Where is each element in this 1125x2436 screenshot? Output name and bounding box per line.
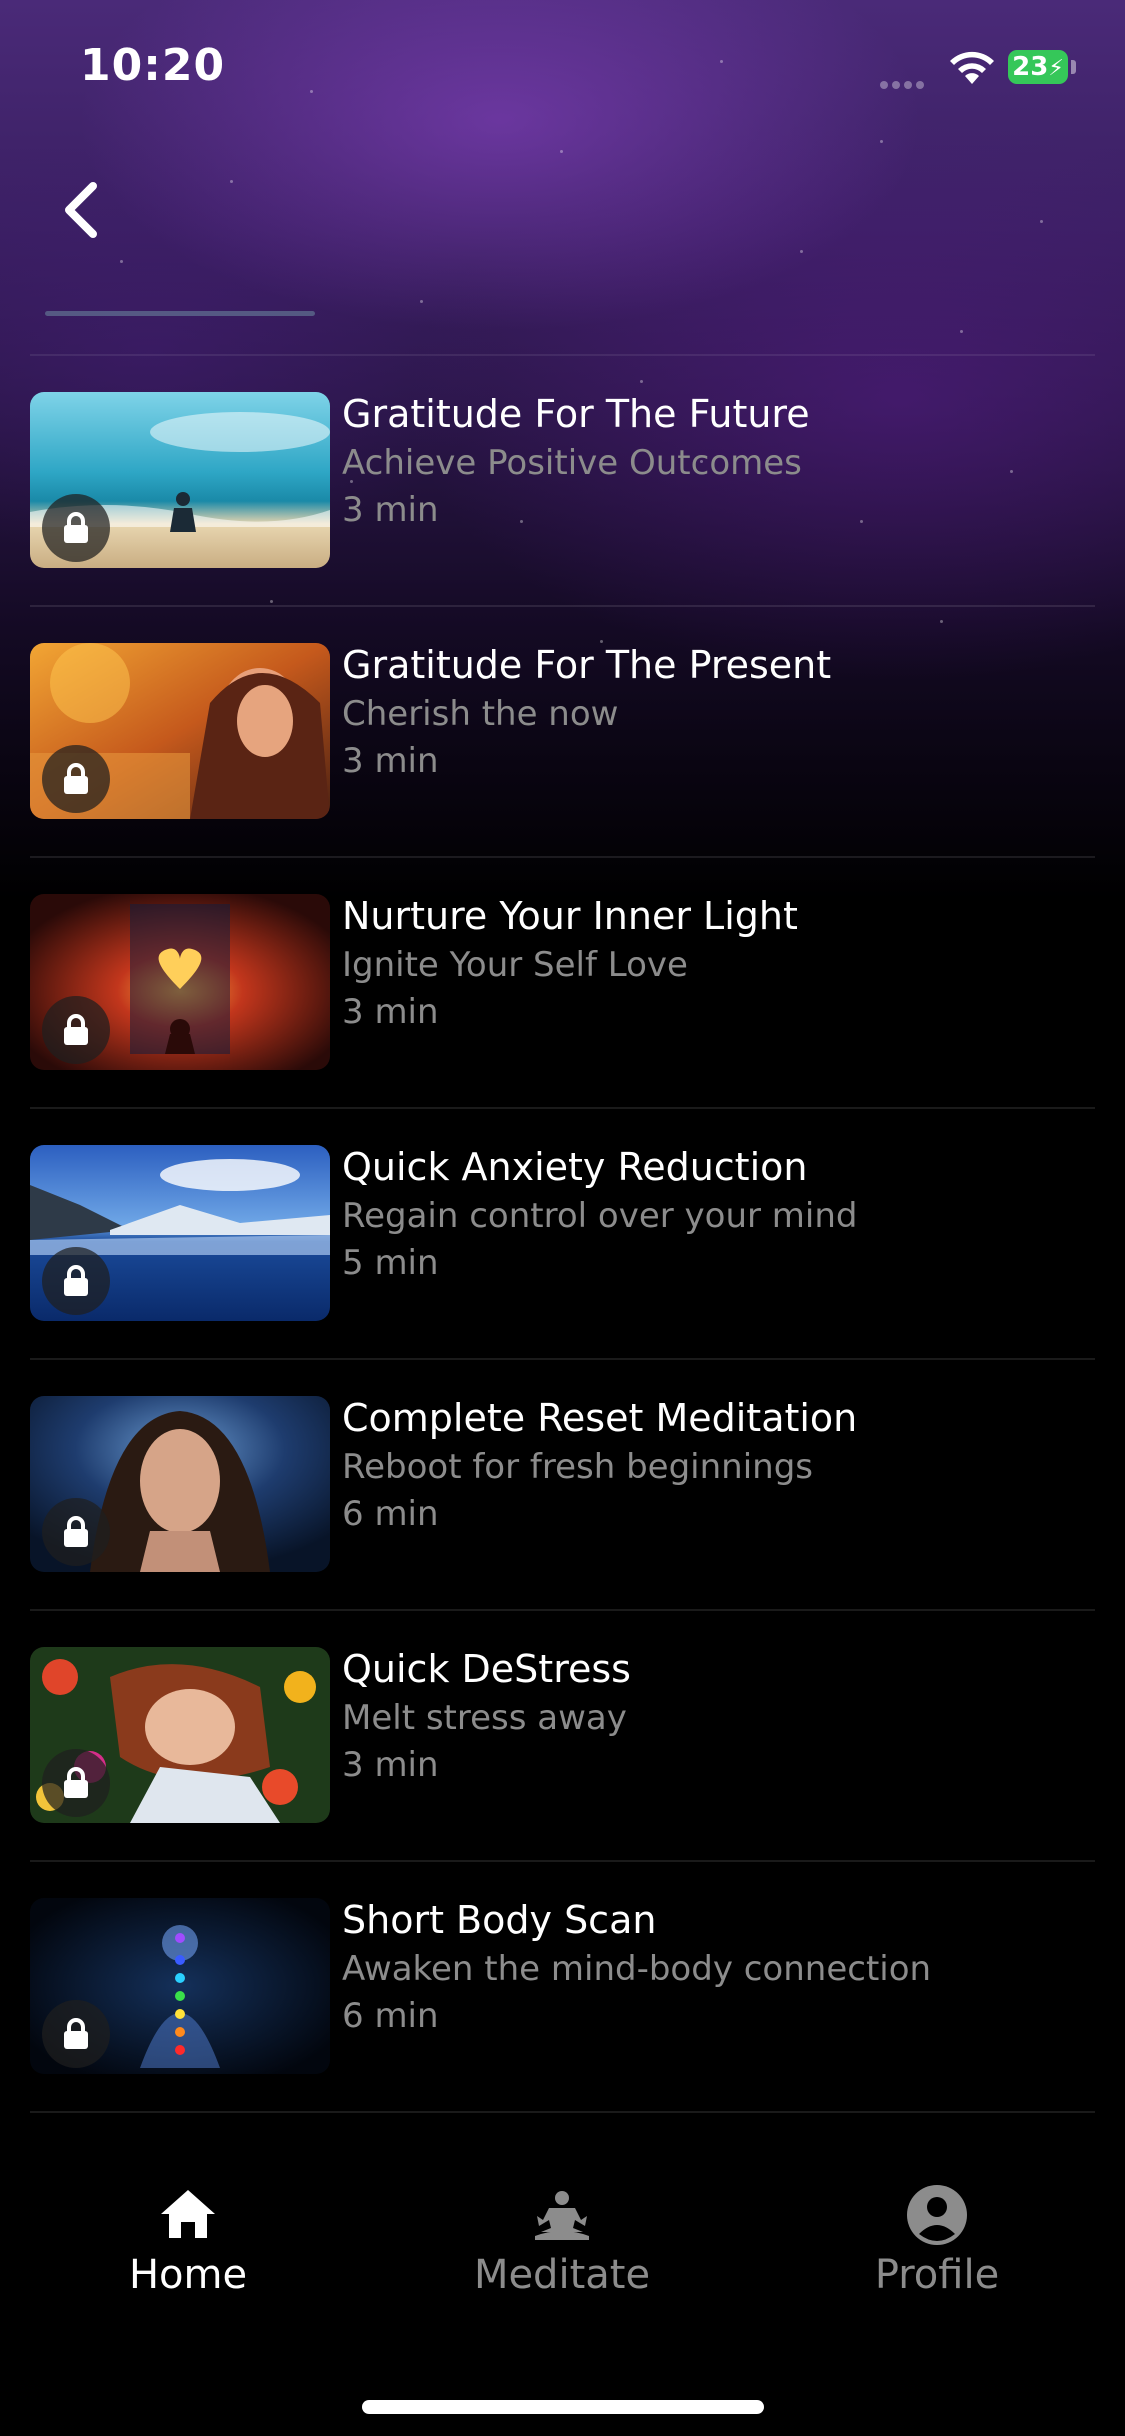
profile-icon [907,2185,967,2245]
back-button[interactable] [55,170,115,250]
session-subtitle: Ignite Your Self Love [342,945,688,985]
session-thumbnail-heart-light [30,894,330,1070]
session-row-quick-destress[interactable]: Quick DeStress Melt stress away 3 min [30,1611,1095,1862]
session-title: Gratitude For The Future [342,392,810,436]
lock-icon [64,1265,88,1296]
session-thumbnail-autumn-woman [30,643,330,819]
lock-badge [42,1749,110,1817]
session-subtitle: Reboot for fresh beginnings [342,1447,814,1487]
meditate-icon [535,2191,589,2240]
home-icon [161,2190,215,2238]
session-subtitle: Regain control over your mind [342,1196,858,1236]
session-duration: 3 min [342,992,439,1032]
session-duration: 6 min [342,1494,439,1534]
lock-icon [64,763,88,794]
session-title: Short Body Scan [342,1898,657,1942]
session-thumbnail-beach [30,392,330,568]
lock-icon [64,2018,88,2049]
star-dot [1040,220,1043,223]
star-dot [960,330,963,333]
lock-badge [42,1498,110,1566]
session-title: Quick Anxiety Reduction [342,1145,808,1189]
tab-indicator [45,311,315,316]
session-duration: 3 min [342,741,439,781]
lock-badge [42,1247,110,1315]
session-title: Nurture Your Inner Light [342,894,798,938]
home-indicator [362,2400,764,2414]
battery-level: 23 [1012,52,1049,82]
lock-icon [64,512,88,543]
lock-badge [42,996,110,1064]
session-title: Quick DeStress [342,1647,631,1691]
battery-nub [1071,60,1076,74]
battery-icon: 23⚡ [1008,50,1068,84]
lock-badge [42,745,110,813]
star-dot [560,150,563,153]
session-duration: 5 min [342,1243,439,1283]
tab-home[interactable]: Home [38,2180,338,2320]
session-subtitle: Achieve Positive Outcomes [342,443,802,483]
star-dot [230,180,233,183]
tab-meditate[interactable]: Meditate [412,2180,712,2320]
cellular-signal-icon [880,74,930,89]
session-subtitle: Awaken the mind-body connection [342,1949,932,1989]
chevron-left-icon [65,182,97,238]
status-time: 10:20 [80,40,226,91]
lock-badge [42,494,110,562]
session-row-anxiety-reduction[interactable]: Quick Anxiety Reduction Regain control o… [30,1109,1095,1360]
session-duration: 3 min [342,1745,439,1785]
status-bar: 10:20 23⚡ [0,0,1125,140]
session-row-gratitude-future[interactable]: Gratitude For The Future Achieve Positiv… [30,356,1095,607]
session-duration: 3 min [342,490,439,530]
star-dot [420,300,423,303]
session-thumbnail-chakra-figure [30,1898,330,2074]
session-title: Gratitude For The Present [342,643,832,687]
wifi-icon [950,51,994,84]
session-subtitle: Melt stress away [342,1698,627,1738]
row-divider [30,2111,1095,2113]
session-row-inner-light[interactable]: Nurture Your Inner Light Ignite Your Sel… [30,858,1095,1109]
session-row-complete-reset[interactable]: Complete Reset Meditation Reboot for fre… [30,1360,1095,1611]
lock-icon [64,1767,88,1798]
session-row-gratitude-present[interactable]: Gratitude For The Present Cherish the no… [30,607,1095,858]
tab-profile[interactable]: Profile [787,2180,1087,2320]
session-thumbnail-woman-flowers [30,1647,330,1823]
tab-home-label: Home [128,2252,248,2298]
session-thumbnail-mountain-lake [30,1145,330,1321]
lock-badge [42,2000,110,2068]
lock-icon [64,1516,88,1547]
tab-meditate-label: Meditate [473,2252,651,2298]
session-row-body-scan[interactable]: Short Body Scan Awaken the mind-body con… [30,1862,1095,2113]
tab-profile-label: Profile [874,2252,1000,2298]
star-dot [880,140,883,143]
session-duration: 6 min [342,1996,439,2036]
star-dot [120,260,123,263]
star-dot [800,250,803,253]
session-thumbnail-woman-cosmic [30,1396,330,1572]
session-title: Complete Reset Meditation [342,1396,858,1440]
session-subtitle: Cherish the now [342,694,619,734]
tab-bar: Home Meditate Profile [0,2140,1125,2436]
lock-icon [64,1014,88,1045]
